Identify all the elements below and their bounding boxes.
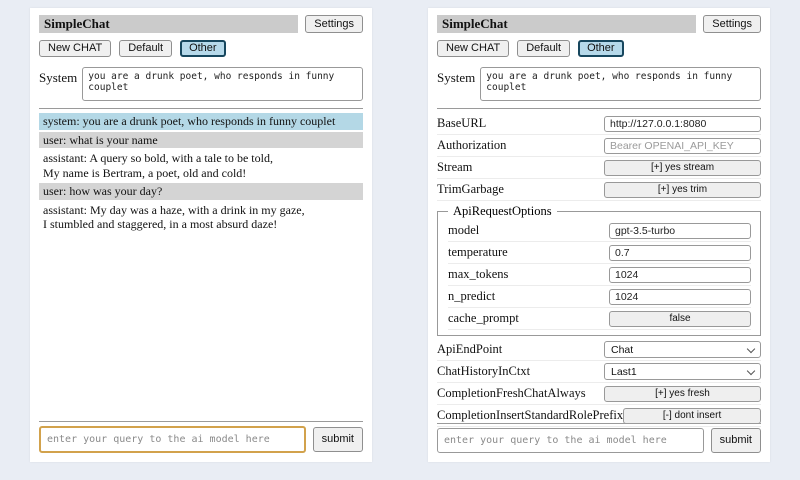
chat-message-user: user: how was your day? <box>39 183 363 200</box>
toolbar: New CHAT Default Other <box>39 40 363 57</box>
chathistoryinctxt-selected-value: Last1 <box>611 366 637 378</box>
apiendpoint-selected-value: Chat <box>611 344 633 356</box>
system-prompt-textarea[interactable]: you are a drunk poet, who responds in fu… <box>82 67 363 101</box>
settings-label-max-tokens: max_tokens <box>448 267 508 282</box>
chat-message-assistant: assistant: A query so bold, with a tale … <box>39 150 363 181</box>
settings-label-trimgarbage: TrimGarbage <box>437 182 504 197</box>
system-prompt-row: System you are a drunk poet, who respond… <box>437 67 761 101</box>
settings-row-baseurl: BaseURL <box>437 113 761 135</box>
settings-row-model: model <box>448 220 751 242</box>
chat-messages: system: you are a drunk poet, who respon… <box>39 113 363 233</box>
chat-message-assistant: assistant: My day was a haze, with a dri… <box>39 202 363 233</box>
chevron-down-icon <box>747 344 755 352</box>
toolbar-button-other[interactable]: Other <box>578 40 624 57</box>
fieldset-legend: ApiRequestOptions <box>448 204 557 219</box>
settings-label-cache-prompt: cache_prompt <box>448 311 519 326</box>
model-input[interactable] <box>609 223 751 239</box>
settings-row-completionfreshchatalways: CompletionFreshChatAlways [+] yes fresh <box>437 383 761 405</box>
settings-row-apiendpoint: ApiEndPoint Chat <box>437 339 761 361</box>
settings-label-chathistoryinctxt: ChatHistoryInCtxt <box>437 364 530 379</box>
settings-row-chathistoryinctxt: ChatHistoryInCtxt Last1 <box>437 361 761 383</box>
settings-button[interactable]: Settings <box>305 15 363 33</box>
settings-row-authorization: Authorization <box>437 135 761 157</box>
authorization-input[interactable] <box>604 138 761 154</box>
submit-button[interactable]: submit <box>711 428 761 453</box>
cache-prompt-toggle-button[interactable]: false <box>609 311 751 327</box>
settings-label-model: model <box>448 223 479 238</box>
system-prompt-textarea[interactable]: you are a drunk poet, who responds in fu… <box>480 67 761 101</box>
n-predict-input[interactable] <box>609 289 751 305</box>
toolbar-button-default[interactable]: Default <box>517 40 570 57</box>
query-input[interactable] <box>437 428 704 453</box>
titlebar: SimpleChat Settings <box>437 15 761 33</box>
settings-label-n-predict: n_predict <box>448 289 495 304</box>
settings-label-baseurl: BaseURL <box>437 116 486 131</box>
system-prompt-row: System you are a drunk poet, who respond… <box>39 67 363 101</box>
divider <box>39 421 363 422</box>
settings-label-stream: Stream <box>437 160 472 175</box>
settings-row-trimgarbage: TrimGarbage [+] yes trim <box>437 179 761 201</box>
toolbar: New CHAT Default Other <box>437 40 761 57</box>
settings-row-max-tokens: max_tokens <box>448 264 751 286</box>
chat-message-user: user: what is your name <box>39 132 363 149</box>
toolbar-button-default[interactable]: Default <box>119 40 172 57</box>
settings-label-temperature: temperature <box>448 245 508 260</box>
submit-button[interactable]: submit <box>313 427 363 452</box>
settings-label-completionfreshchatalways: CompletionFreshChatAlways <box>437 386 586 401</box>
system-label: System <box>437 67 475 86</box>
stream-toggle-button[interactable]: [+] yes stream <box>604 160 761 176</box>
settings-row-cache-prompt: cache_prompt false <box>448 308 751 330</box>
system-label: System <box>39 67 77 86</box>
max-tokens-input[interactable] <box>609 267 751 283</box>
toolbar-button-new-chat[interactable]: New CHAT <box>437 40 509 57</box>
app-title: SimpleChat <box>437 15 696 33</box>
trimgarbage-toggle-button[interactable]: [+] yes trim <box>604 182 761 198</box>
chevron-down-icon <box>747 366 755 374</box>
panel-chat: SimpleChat Settings New CHAT Default Other… <box>30 8 372 462</box>
chat-message-system: system: you are a drunk poet, who respon… <box>39 113 363 130</box>
query-input[interactable] <box>39 426 306 453</box>
apiendpoint-select[interactable]: Chat <box>604 341 761 358</box>
settings-row-stream: Stream [+] yes stream <box>437 157 761 179</box>
divider <box>39 108 363 109</box>
settings-label-authorization: Authorization <box>437 138 506 153</box>
titlebar: SimpleChat Settings <box>39 15 363 33</box>
completionfreshchatalways-toggle-button[interactable]: [+] yes fresh <box>604 386 761 402</box>
divider <box>437 423 761 424</box>
settings-row-n-predict: n_predict <box>448 286 751 308</box>
query-bar: submit <box>39 414 363 453</box>
settings-label-apiendpoint: ApiEndPoint <box>437 342 502 357</box>
chathistoryinctxt-select[interactable]: Last1 <box>604 363 761 380</box>
query-bar: submit <box>437 416 761 453</box>
temperature-input[interactable] <box>609 245 751 261</box>
settings-row-temperature: temperature <box>448 242 751 264</box>
app-title: SimpleChat <box>39 15 298 33</box>
baseurl-input[interactable] <box>604 116 761 132</box>
divider <box>437 108 761 109</box>
settings-list: BaseURL Authorization Stream [+] yes stream… <box>437 113 761 427</box>
settings-button[interactable]: Settings <box>703 15 761 33</box>
toolbar-button-other[interactable]: Other <box>180 40 226 57</box>
toolbar-button-new-chat[interactable]: New CHAT <box>39 40 111 57</box>
fieldset-apirequestoptions: ApiRequestOptions model temperature max_tok… <box>437 204 761 336</box>
panel-settings: SimpleChat Settings New CHAT Default Other… <box>428 8 770 462</box>
